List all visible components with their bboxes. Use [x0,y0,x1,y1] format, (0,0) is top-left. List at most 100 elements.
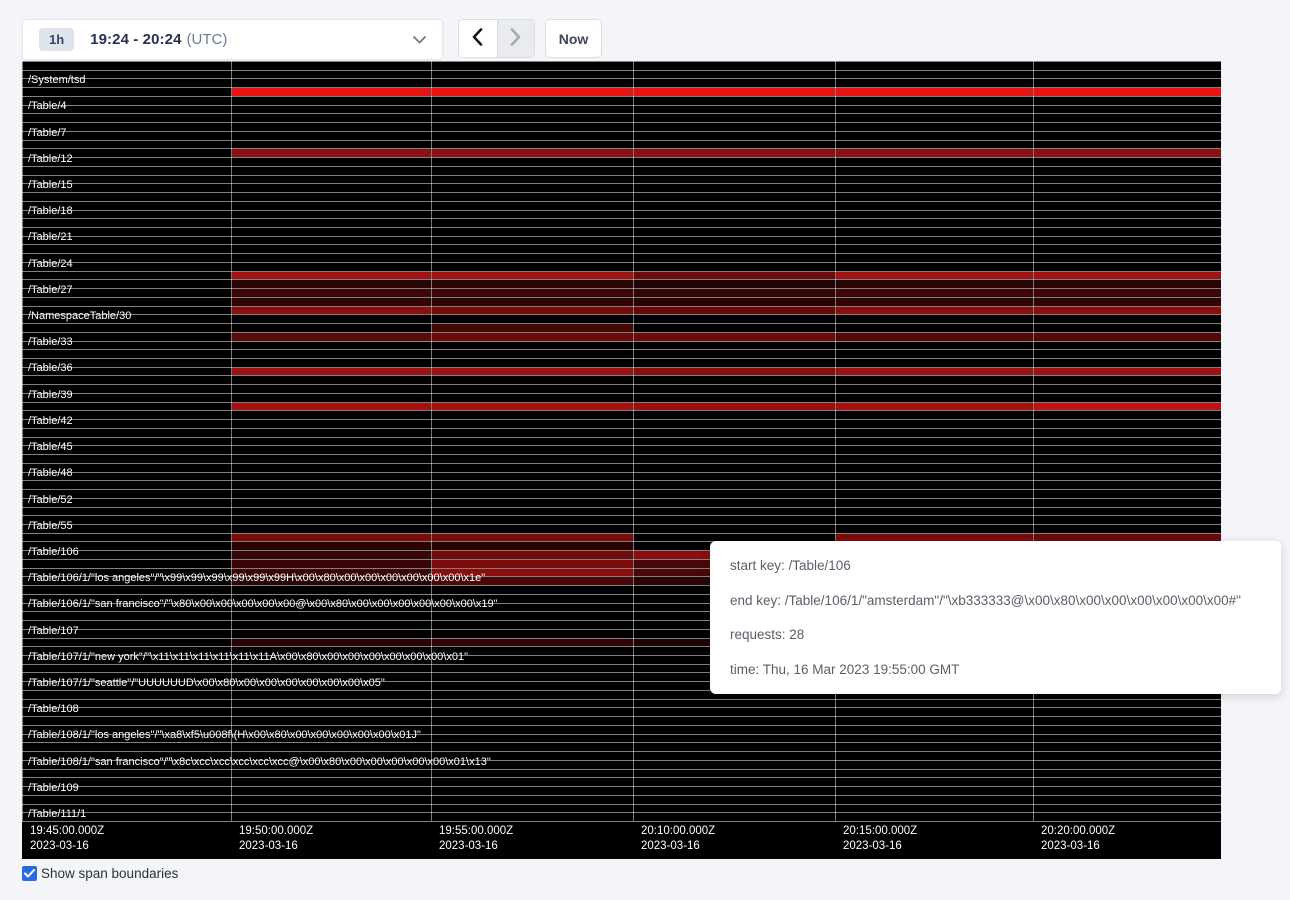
show-span-boundaries-label: Show span boundaries [41,866,178,881]
h-gridline [22,332,1221,333]
heatmap-band-segment [836,289,1033,297]
chevron-left-icon [472,28,483,49]
heatmap-band-segment [232,403,431,411]
h-gridline [22,402,1221,403]
h-gridline [22,393,1221,394]
h-gridline [22,288,1221,289]
show-span-boundaries-checkbox[interactable] [22,866,37,881]
heatmap-band-segment [634,88,835,96]
h-gridline [22,725,1221,726]
h-gridline [22,306,1221,307]
x-axis-label: 19:45:00.000Z2023-03-16 [30,824,104,854]
heatmap-band-segment [432,560,633,568]
h-gridline [22,70,1221,71]
x-axis-label: 19:55:00.000Z2023-03-16 [439,824,513,854]
prev-time-button[interactable] [459,20,497,57]
show-span-boundaries-control: Show span boundaries [22,866,178,881]
h-gridline [22,358,1221,359]
h-gridline [22,297,1221,298]
h-gridline [22,489,1221,490]
now-button[interactable]: Now [545,19,602,58]
heatmap-row-label: /Table/24 [28,258,73,271]
heatmap-band-segment [1034,149,1221,157]
heatmap-row-label: /Table/55 [28,520,73,533]
h-gridline [22,480,1221,481]
heatmap-band-segment [1034,298,1221,306]
h-gridline [22,437,1221,438]
heatmap-band-segment [836,368,1033,376]
h-gridline [22,515,1221,516]
tooltip-line: time: Thu, 16 Mar 2023 19:55:00 GMT [730,662,1261,677]
heatmap-band-segment [432,88,633,96]
heatmap-band-segment [232,639,431,647]
h-gridline [22,113,1221,114]
h-gridline [22,428,1221,429]
h-gridline [22,786,1221,787]
h-gridline [22,192,1221,193]
heatmap-band-segment [634,368,835,376]
heatmap-row-label: /Table/111/1 [28,808,86,821]
h-gridline [22,314,1221,315]
heatmap-row-label: /Table/108/1/"los angeles"/"\xa8\xf5\u00… [28,729,421,742]
h-gridline [22,96,1221,97]
heatmap-row-label: /Table/27 [28,284,73,297]
h-gridline [22,463,1221,464]
heatmap-row-label: /Table/39 [28,389,73,402]
h-gridline [22,707,1221,708]
heatmap-band-segment [232,368,431,376]
heatmap-band-segment [432,298,633,306]
heatmap-band-segment [634,307,835,315]
h-gridline [22,262,1221,263]
chevron-down-icon [413,36,426,44]
time-range-selector[interactable]: 1h 19:24 - 20:24 (UTC) [22,19,443,60]
h-gridline [22,777,1221,778]
heatmap-row-label: /Table/108 [28,703,79,716]
h-gridline [22,227,1221,228]
h-gridline [22,384,1221,385]
x-axis-label: 20:15:00.000Z2023-03-16 [843,824,917,854]
key-visualizer-heatmap[interactable]: /System/tsd/Table/4/Table/7/Table/12/Tab… [22,61,1221,859]
heatmap-band-segment [232,333,431,341]
heatmap-row-label: /NamespaceTable/30 [28,310,131,323]
h-gridline [22,140,1221,141]
h-gridline [22,131,1221,132]
heatmap-row-label: /Table/109 [28,782,79,795]
h-gridline [22,341,1221,342]
heatmap-band-segment [432,289,633,297]
heatmap-band-segment [232,280,431,288]
heatmap-band-segment [232,307,431,315]
h-gridline [22,175,1221,176]
heatmap-row-label: /Table/42 [28,415,73,428]
h-gridline [22,148,1221,149]
h-gridline [22,218,1221,219]
h-gridline [22,279,1221,280]
heatmap-band-segment [634,298,835,306]
heatmap-band-segment [232,289,431,297]
h-gridline [22,183,1221,184]
heatmap-band-segment [432,324,633,332]
heatmap-band-segment [1034,88,1221,96]
heatmap-band-segment [432,307,633,315]
next-time-button[interactable] [497,20,535,57]
heatmap-row-label: /Table/48 [28,467,73,480]
heatmap-row-label: /Table/106 [28,546,79,559]
h-gridline [22,716,1221,717]
heatmap-band-segment [634,272,835,280]
heatmap-row-label: /System/tsd [28,74,85,87]
heatmap-band-segment [432,333,633,341]
x-axis-label: 20:10:00.000Z2023-03-16 [641,824,715,854]
heatmap-row-label: /Table/15 [28,179,73,192]
heatmap-band-segment [836,307,1033,315]
heatmap-row-label: /Table/33 [28,336,73,349]
timezone-label: (UTC) [187,31,228,48]
heatmap-band-segment [836,280,1033,288]
heatmap-row-label: /Table/107 [28,625,79,638]
h-gridline [22,166,1221,167]
h-gridline [22,769,1221,770]
h-gridline [22,157,1221,158]
h-gridline [22,498,1221,499]
heatmap-band-segment [232,272,431,280]
heatmap-band-segment [432,403,633,411]
time-range-label: 19:24 - 20:24 [90,31,181,48]
heatmap-band-segment [232,551,431,559]
